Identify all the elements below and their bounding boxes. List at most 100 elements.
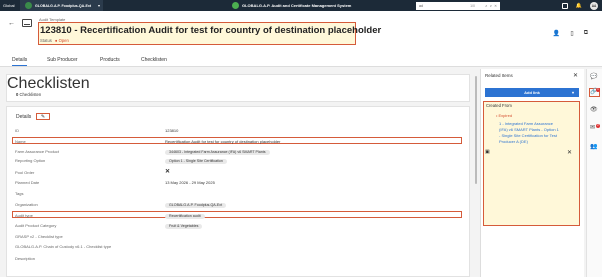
scrollbar[interactable] (474, 72, 478, 277)
search-prev-icon[interactable]: ∧ (485, 4, 488, 8)
window-icon[interactable] (561, 2, 568, 9)
detail-label: GLOBALG.A.P. Chain of Custody v6.1 - Che… (15, 244, 112, 249)
search-close-icon[interactable]: ✕ (494, 4, 497, 8)
detail-row: GRASP v2 - Checklist type (13, 233, 463, 240)
created-from-box: Created From • Expired ▣ 1 - Integrated … (483, 101, 580, 226)
people-icon[interactable]: 👥 (590, 143, 597, 150)
details-card: Details ✎ ID 123810 Name Recertification Au… (6, 106, 470, 277)
detail-chip[interactable]: Option 1 - Single Site Certification (165, 159, 227, 164)
org-selector[interactable]: GLOBALG.A.P. Foodplus-QA-Ext ▾ (20, 0, 103, 11)
globalgap-logo-icon (232, 2, 239, 9)
detail-row: Name Recertification Audit for test for c… (12, 137, 462, 144)
detail-row: Planned Date 13 May 2026 - 29 May 2025 (13, 179, 463, 186)
rail-badge-2: 2 (596, 124, 600, 128)
detail-row: Pool Order ✕ (13, 169, 463, 176)
detail-label: GRASP v2 - Checklist type (15, 234, 63, 239)
search-next-icon[interactable]: ∨ (490, 4, 493, 8)
bell-icon[interactable]: 🔔 (576, 3, 582, 9)
link-item-icon: ▣ (485, 149, 490, 155)
app-brand: GLOBALG.A.P. Audit and Certificate Manag… (232, 2, 351, 9)
detail-value: Option 1 - Single Site Certification (165, 157, 227, 164)
search-value: ad (419, 3, 423, 8)
rail-badge: 1 (596, 88, 600, 92)
global-label[interactable]: Global (0, 3, 20, 8)
detail-row: Audit Product Category Fruit & Vegetables (13, 222, 463, 229)
status-badge: ● Open (54, 38, 69, 43)
detail-value: Recertification audit (165, 212, 205, 219)
breadcrumb[interactable]: Audit Template (39, 17, 65, 22)
mail-icon[interactable]: ✉ (590, 124, 595, 131)
org-icon (25, 2, 32, 9)
related-link[interactable]: 1 - Integrated Farm Assurance (IFA) v6 S… (499, 121, 559, 145)
related-items-panel: Related Items ✕ Add link ▾ Created From •… (480, 69, 584, 277)
checklisten-count: 0 Checklisten (16, 92, 41, 97)
status-label: Status (40, 38, 52, 43)
count-value: 0 (16, 92, 19, 97)
org-name: GLOBALG.A.P. Foodplus-QA-Ext (35, 3, 92, 8)
detail-value: Recertification Audit for test for count… (165, 139, 281, 144)
title-highlight: 123810 - Recertification Audit for test … (38, 22, 381, 45)
detail-chip[interactable]: 344603 - Integrated Farm Assurance (IFA)… (165, 150, 270, 155)
scrollbar-thumb[interactable] (475, 76, 477, 184)
checklisten-title: Checklisten (7, 75, 90, 92)
created-from-label: Created From (486, 103, 512, 108)
edit-pencil-icon[interactable]: ✎ (36, 113, 50, 120)
detail-row: Reporting Option Option 1 - Single Site C… (13, 157, 463, 164)
right-rail: 💬 🔗 1 👁 ✉ 2 👥 (586, 69, 602, 277)
detail-value: GLOBALG.A.P. Foodplus-QA-Ext (165, 201, 227, 208)
document-icon (22, 19, 32, 27)
search-input[interactable]: ad 1/0 ∧ ∨ ✕ (416, 1, 500, 10)
detail-label: Farm Assurance Product (15, 149, 60, 154)
detail-label: ID (15, 128, 19, 133)
detail-label: Planned Date (15, 180, 40, 185)
detail-value: 13 May 2026 - 29 May 2025 (165, 180, 215, 185)
top-bar: Global GLOBALG.A.P. Foodplus-QA-Ext ▾ GL… (0, 0, 602, 11)
related-title: Related Items (485, 73, 513, 78)
detail-row: Audit type Recertification audit (12, 211, 462, 219)
close-icon: ✕ (165, 169, 171, 175)
detail-value: 344603 - Integrated Farm Assurance (IFA)… (165, 148, 270, 155)
remove-link-icon[interactable]: ✕ (567, 149, 572, 156)
detail-label: Organization (15, 202, 38, 207)
detail-row: Farm Assurance Product 344603 - Integrate… (13, 148, 463, 155)
chevron-down-icon: ▾ (571, 90, 574, 95)
detail-value: 123810 (165, 128, 179, 133)
detail-chip[interactable]: Fruit & Vegetables (165, 224, 203, 229)
tab-products[interactable]: Products (100, 57, 120, 63)
visibility-icon[interactable]: 👁 (590, 106, 598, 113)
tab-bar: Details Sub Producer Products Checkliste… (0, 54, 602, 67)
detail-row: Organization GLOBALG.A.P. Foodplus-QA-Ext (13, 201, 463, 208)
archive-icon[interactable]: ▯ (570, 30, 573, 37)
chevron-down-icon: ▾ (97, 3, 100, 8)
tab-sub-producer[interactable]: Sub Producer (47, 57, 78, 63)
detail-label: Description (15, 256, 36, 261)
detail-label: Name (15, 139, 26, 144)
status-line: Status ● Open (40, 38, 69, 43)
chat-icon[interactable]: 💬 (590, 73, 597, 80)
checklisten-card: Checklisten 0 Checklisten (6, 74, 470, 102)
add-link-label: Add link (524, 90, 540, 95)
detail-row: Description (13, 255, 463, 262)
status-value: Open (58, 38, 69, 43)
expired-badge: • Expired (496, 113, 513, 118)
close-icon[interactable]: ✕ (573, 72, 578, 79)
detail-value: Fruit & Vegetables (165, 222, 203, 229)
detail-label: Reporting Option (15, 158, 46, 163)
copy-icon[interactable]: ⧉ (584, 30, 588, 37)
add-link-button[interactable]: Add link ▾ (485, 88, 579, 97)
avatar[interactable]: AA (590, 1, 598, 10)
detail-label: Tags (15, 191, 24, 196)
app-title: GLOBALG.A.P. Audit and Certificate Manag… (242, 3, 352, 8)
count-label: Checklisten (19, 92, 42, 97)
detail-label: Pool Order (15, 170, 35, 175)
tab-details[interactable]: Details (12, 57, 28, 66)
details-title: Details (16, 114, 32, 120)
detail-label: Audit type (15, 213, 33, 218)
detail-label: Audit Product Category (15, 223, 57, 228)
add-user-icon[interactable]: 👤 (553, 30, 560, 37)
tab-checklisten[interactable]: Checklisten (141, 57, 167, 63)
back-arrow-icon[interactable]: ← (8, 20, 15, 27)
detail-chip[interactable]: GLOBALG.A.P. Foodplus-QA-Ext (165, 203, 227, 208)
detail-row: GLOBALG.A.P. Chain of Custody v6.1 - Che… (13, 243, 463, 250)
detail-chip[interactable]: Recertification audit (165, 214, 205, 219)
